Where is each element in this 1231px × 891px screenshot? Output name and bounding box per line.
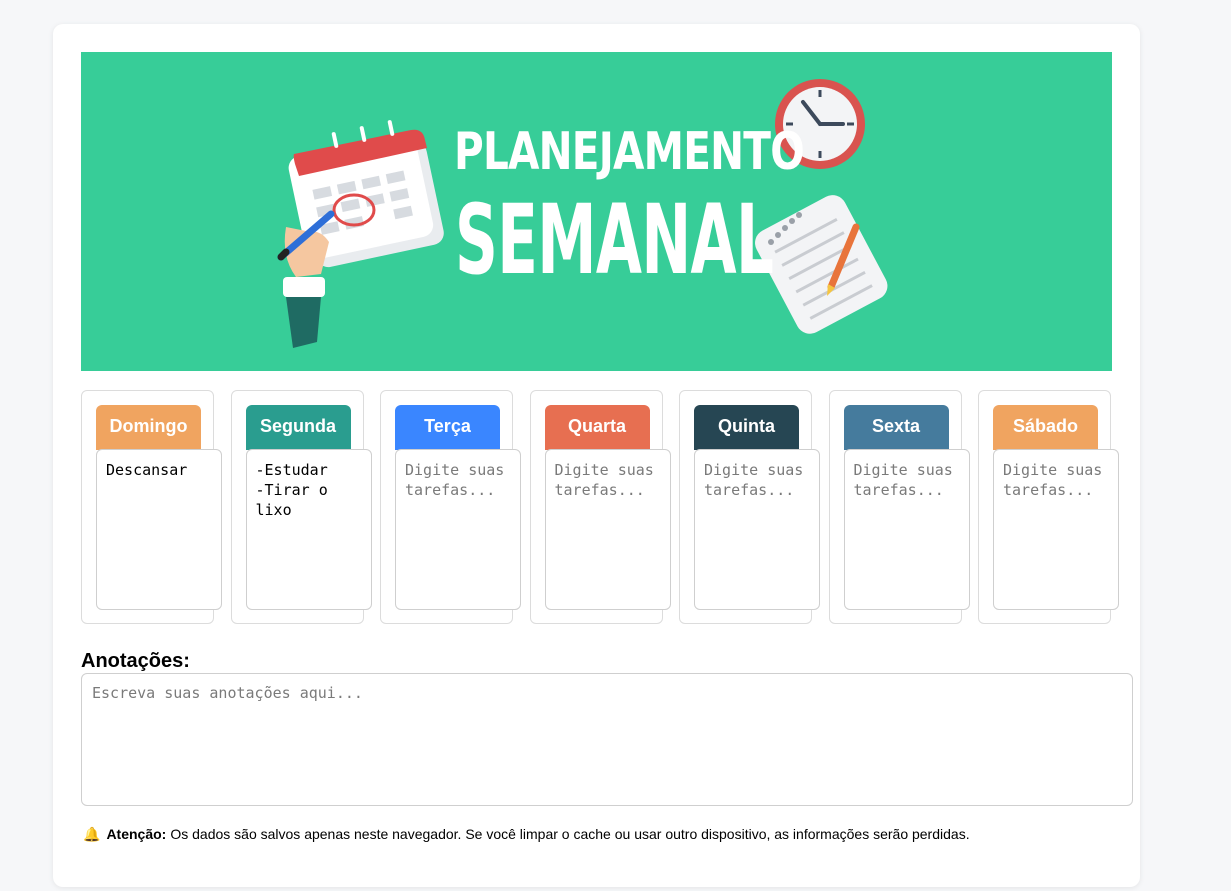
notes-textarea[interactable]: Escreva suas anotações aqui... [81,673,1133,806]
day-header: Quarta [544,405,650,450]
day-header: Segunda [245,405,351,450]
day-tasks-textarea[interactable]: -Estudar -Tirar o lixo [245,449,372,610]
day-header: Quinta [694,405,799,450]
warning-label: Atenção: [106,826,167,842]
day-card: Domingo Descansar [81,390,222,624]
day-tasks-textarea[interactable]: Digite suas tarefas... [694,449,820,610]
day-header: Sábado [993,405,1098,450]
planner-container: PLANEJAMENTO SEMANAL Domingo Descansar Seg… [53,24,1140,887]
day-card: Quinta Digite suas tarefas... [679,390,820,624]
storage-warning: 🔔 Atenção: Os dados são salvos apenas nest… [83,826,970,843]
day-header: Sexta [843,405,949,450]
bell-icon: 🔔 [83,826,101,842]
notes-title: Anotações: [81,650,190,672]
day-tasks-textarea[interactable]: Digite suas tarefas... [993,449,1119,610]
day-tasks-textarea[interactable]: Digite suas tarefas... [395,449,521,610]
warning-text: Os dados são salvos apenas neste navegad… [170,826,970,842]
day-card: Quarta Digite suas tarefas... [529,390,671,624]
banner-title-line2: SEMANAL [455,184,774,296]
day-card: Sexta Digite suas tarefas... [828,390,970,624]
day-header: Domingo [96,405,201,450]
banner-image: PLANEJAMENTO SEMANAL [81,52,1112,371]
day-card: Terça Digite suas tarefas... [380,390,521,624]
day-tasks-textarea[interactable]: Descansar [96,449,222,610]
day-card: Sábado Digite suas tarefas... [978,390,1119,624]
day-tasks-textarea[interactable]: Digite suas tarefas... [843,449,970,610]
day-card: Segunda -Estudar -Tirar o lixo [230,390,372,624]
day-tasks-textarea[interactable]: Digite suas tarefas... [544,449,671,610]
banner-title-line1: PLANEJAMENTO [454,122,805,182]
day-header: Terça [395,405,500,450]
